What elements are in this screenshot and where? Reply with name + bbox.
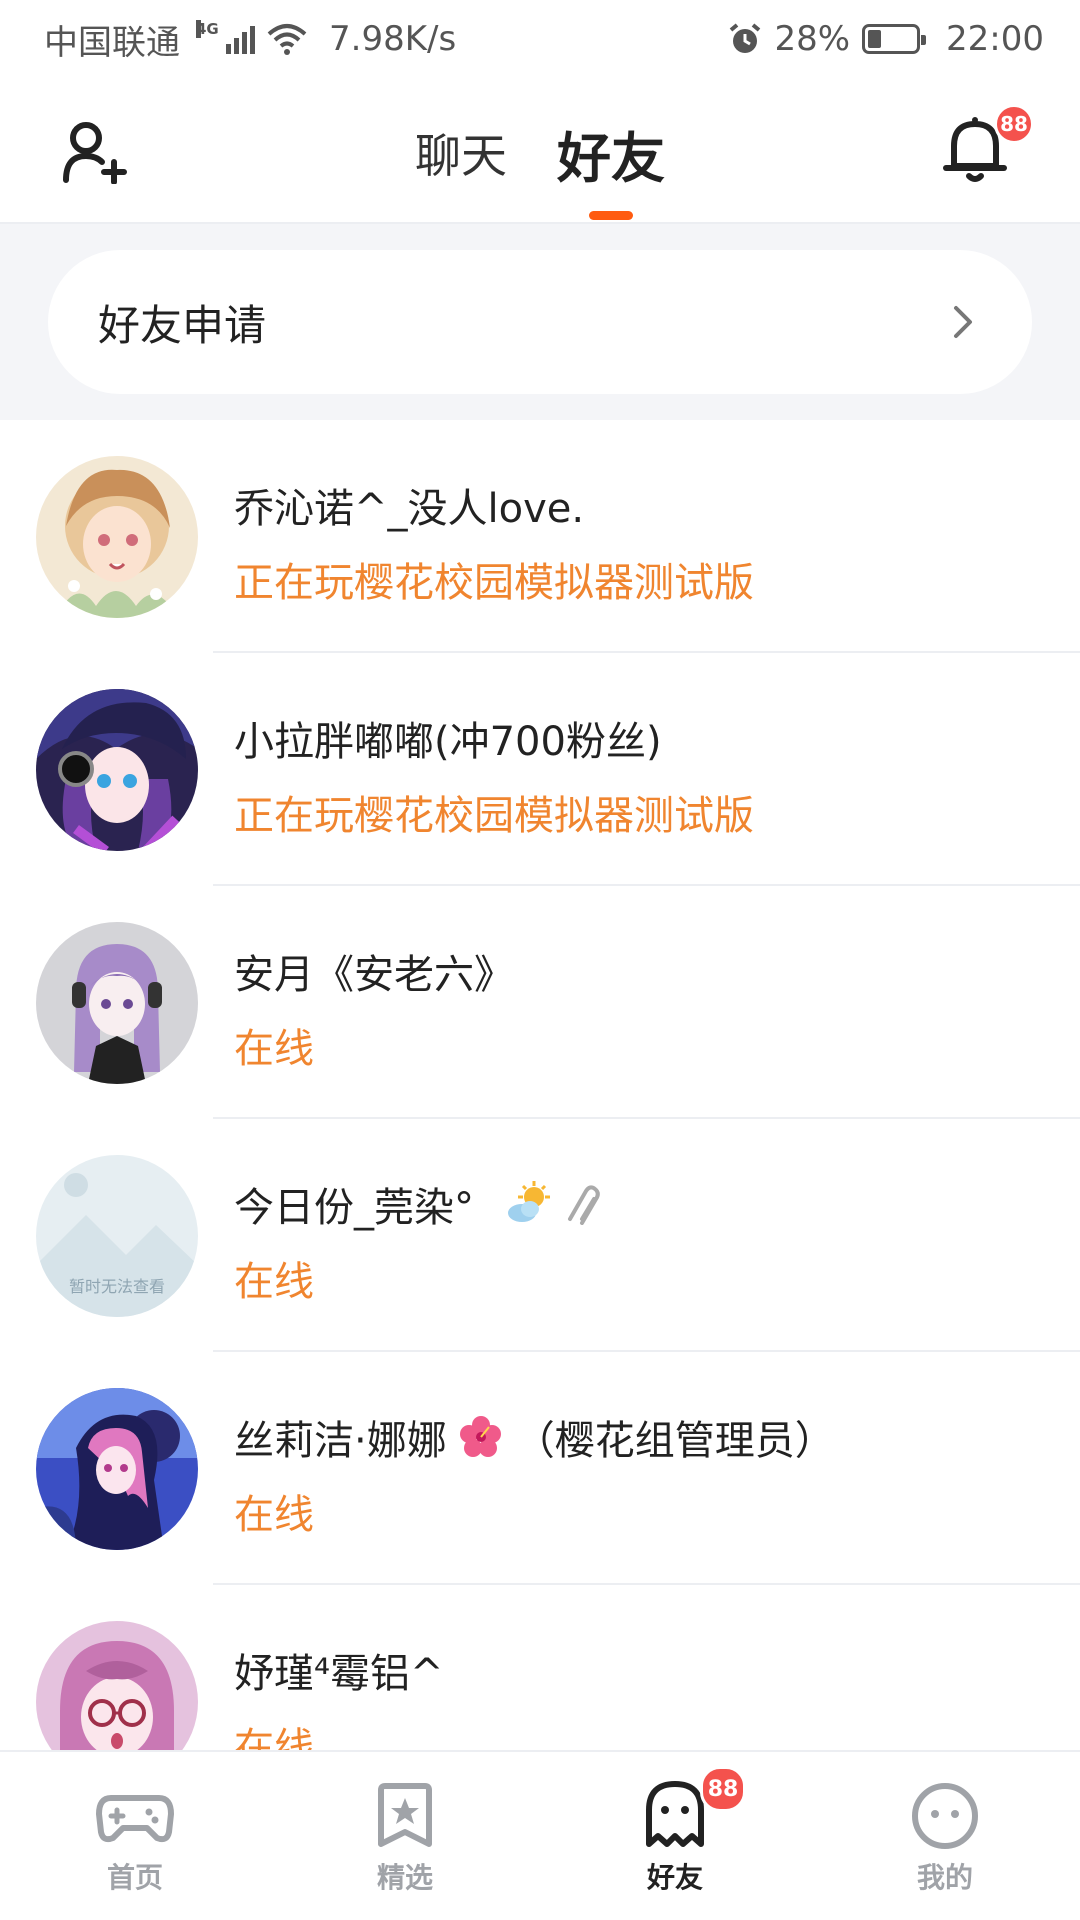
friend-name: 安月《安老六》 <box>234 942 514 1000</box>
friend-item[interactable]: 乔沁诺^_没人love. 正在玩樱花校园模拟器测试版 <box>0 420 1080 653</box>
nav-item-me[interactable]: 我的 <box>810 1752 1080 1920</box>
face-icon <box>912 1783 978 1849</box>
friend-request-label: 好友申请 <box>98 300 267 350</box>
avatar <box>36 1621 198 1750</box>
friend-request-section: 好友申请 <box>0 224 1080 420</box>
network-type: 4G <box>196 20 219 38</box>
nav-item-home[interactable]: 首页 <box>0 1752 270 1920</box>
alarm-icon <box>730 23 761 53</box>
tab-friends[interactable]: 好友 <box>557 108 665 198</box>
placeholder-avatar-text: 暂时无法查看 <box>68 1277 165 1296</box>
avatar <box>36 456 198 618</box>
avatar <box>36 1388 198 1550</box>
carrier-name: 中国联通 <box>44 22 180 63</box>
tab-bar: 聊天 好友 <box>0 108 1080 198</box>
gamepad-icon <box>96 1795 174 1843</box>
friend-name: 丝莉洁·娜娜 （樱花组管理员） <box>234 1408 835 1466</box>
battery-icon <box>862 24 927 54</box>
friend-request-button[interactable]: 好友申请 <box>48 250 1032 394</box>
nav-label-home: 首页 <box>106 1861 163 1894</box>
friend-name-text: 安月《安老六》 <box>234 952 514 998</box>
nav-item-friends[interactable]: 好友 88 <box>540 1752 810 1920</box>
star-bookmark-icon <box>378 1783 432 1847</box>
friend-status: 在线 <box>234 1725 314 1750</box>
status-bar: 中国联通 4G 7.98K/s 28% 22:00 <box>0 0 1080 78</box>
chevron-right-icon <box>954 306 972 338</box>
paperclip-icon <box>568 1185 600 1225</box>
sun-cloud-icon <box>508 1181 550 1222</box>
status-bar-right: 28% 22:00 <box>728 19 1044 59</box>
nav-label-friends: 好友 <box>638 1856 712 1900</box>
notification-badge: 88 <box>994 104 1034 144</box>
clock: 22:00 <box>946 19 1044 59</box>
nav-item-featured[interactable]: 精选 <box>270 1752 540 1920</box>
avatar <box>36 689 198 851</box>
placeholder-avatar: 暂时无法查看 <box>36 1155 198 1317</box>
friend-name-text: 乔沁诺^_没人love. <box>234 486 585 532</box>
network-speed: 7.98K/s <box>329 19 457 59</box>
battery-fill <box>868 30 882 48</box>
header: 聊天 好友 88 <box>0 78 1080 224</box>
avatar <box>36 922 198 1084</box>
friend-name-text: 妤瑾⁴霉铝^ <box>234 1651 444 1697</box>
friend-status: 正在玩樱花校园模拟器测试版 <box>234 560 754 606</box>
signal-icon: 4G <box>196 20 255 54</box>
friend-name: 小拉胖嘟嘟(冲700粉丝) <box>234 709 662 767</box>
hibiscus-icon <box>459 1416 501 1457</box>
status-bar-left: 中国联通 4G 7.98K/s <box>44 15 456 64</box>
friend-status: 在线 <box>234 1259 314 1305</box>
friend-name: 妤瑾⁴霉铝^ <box>234 1641 444 1699</box>
nav-label-featured: 精选 <box>376 1861 433 1894</box>
tab-chat[interactable]: 聊天 <box>415 108 507 198</box>
bottom-nav: 首页 精选 好友 88 我的 <box>0 1750 1080 1920</box>
friend-name: 乔沁诺^_没人love. <box>234 476 584 534</box>
friend-name: 今日份_莞染° <box>234 1175 606 1233</box>
battery-percent: 28% <box>774 19 851 59</box>
friend-name-text: 丝莉洁·娜娜 <box>234 1418 447 1464</box>
friend-list: 乔沁诺^_没人love. 正在玩樱花校园模拟器测试版 小拉胖嘟嘟(冲700粉丝)… <box>0 420 1080 1750</box>
nav-badge: 88 <box>700 1766 746 1812</box>
friend-name-text: 今日份_莞染° <box>234 1185 474 1231</box>
friend-name-suffix: （樱花组管理员） <box>514 1418 835 1464</box>
friend-item[interactable]: 妤瑾⁴霉铝^ 在线 <box>0 1585 1080 1750</box>
wifi-icon <box>267 24 307 55</box>
friend-item[interactable]: 丝莉洁·娜娜 （樱花组管理员） 在线 <box>0 1352 1080 1585</box>
friend-name-text: 小拉胖嘟嘟(冲700粉丝) <box>234 719 662 765</box>
nav-label-me: 我的 <box>916 1861 973 1894</box>
friend-item[interactable]: 暂时无法查看 今日份_莞染° 在线 <box>0 1119 1080 1352</box>
notification-button[interactable]: 88 <box>940 104 1034 186</box>
friend-status: 正在玩樱花校园模拟器测试版 <box>234 793 754 839</box>
friend-status: 在线 <box>234 1026 314 1072</box>
friend-item[interactable]: 安月《安老六》 在线 <box>0 886 1080 1119</box>
friend-item[interactable]: 小拉胖嘟嘟(冲700粉丝) 正在玩樱花校园模拟器测试版 <box>0 653 1080 886</box>
friend-status: 在线 <box>234 1492 314 1538</box>
